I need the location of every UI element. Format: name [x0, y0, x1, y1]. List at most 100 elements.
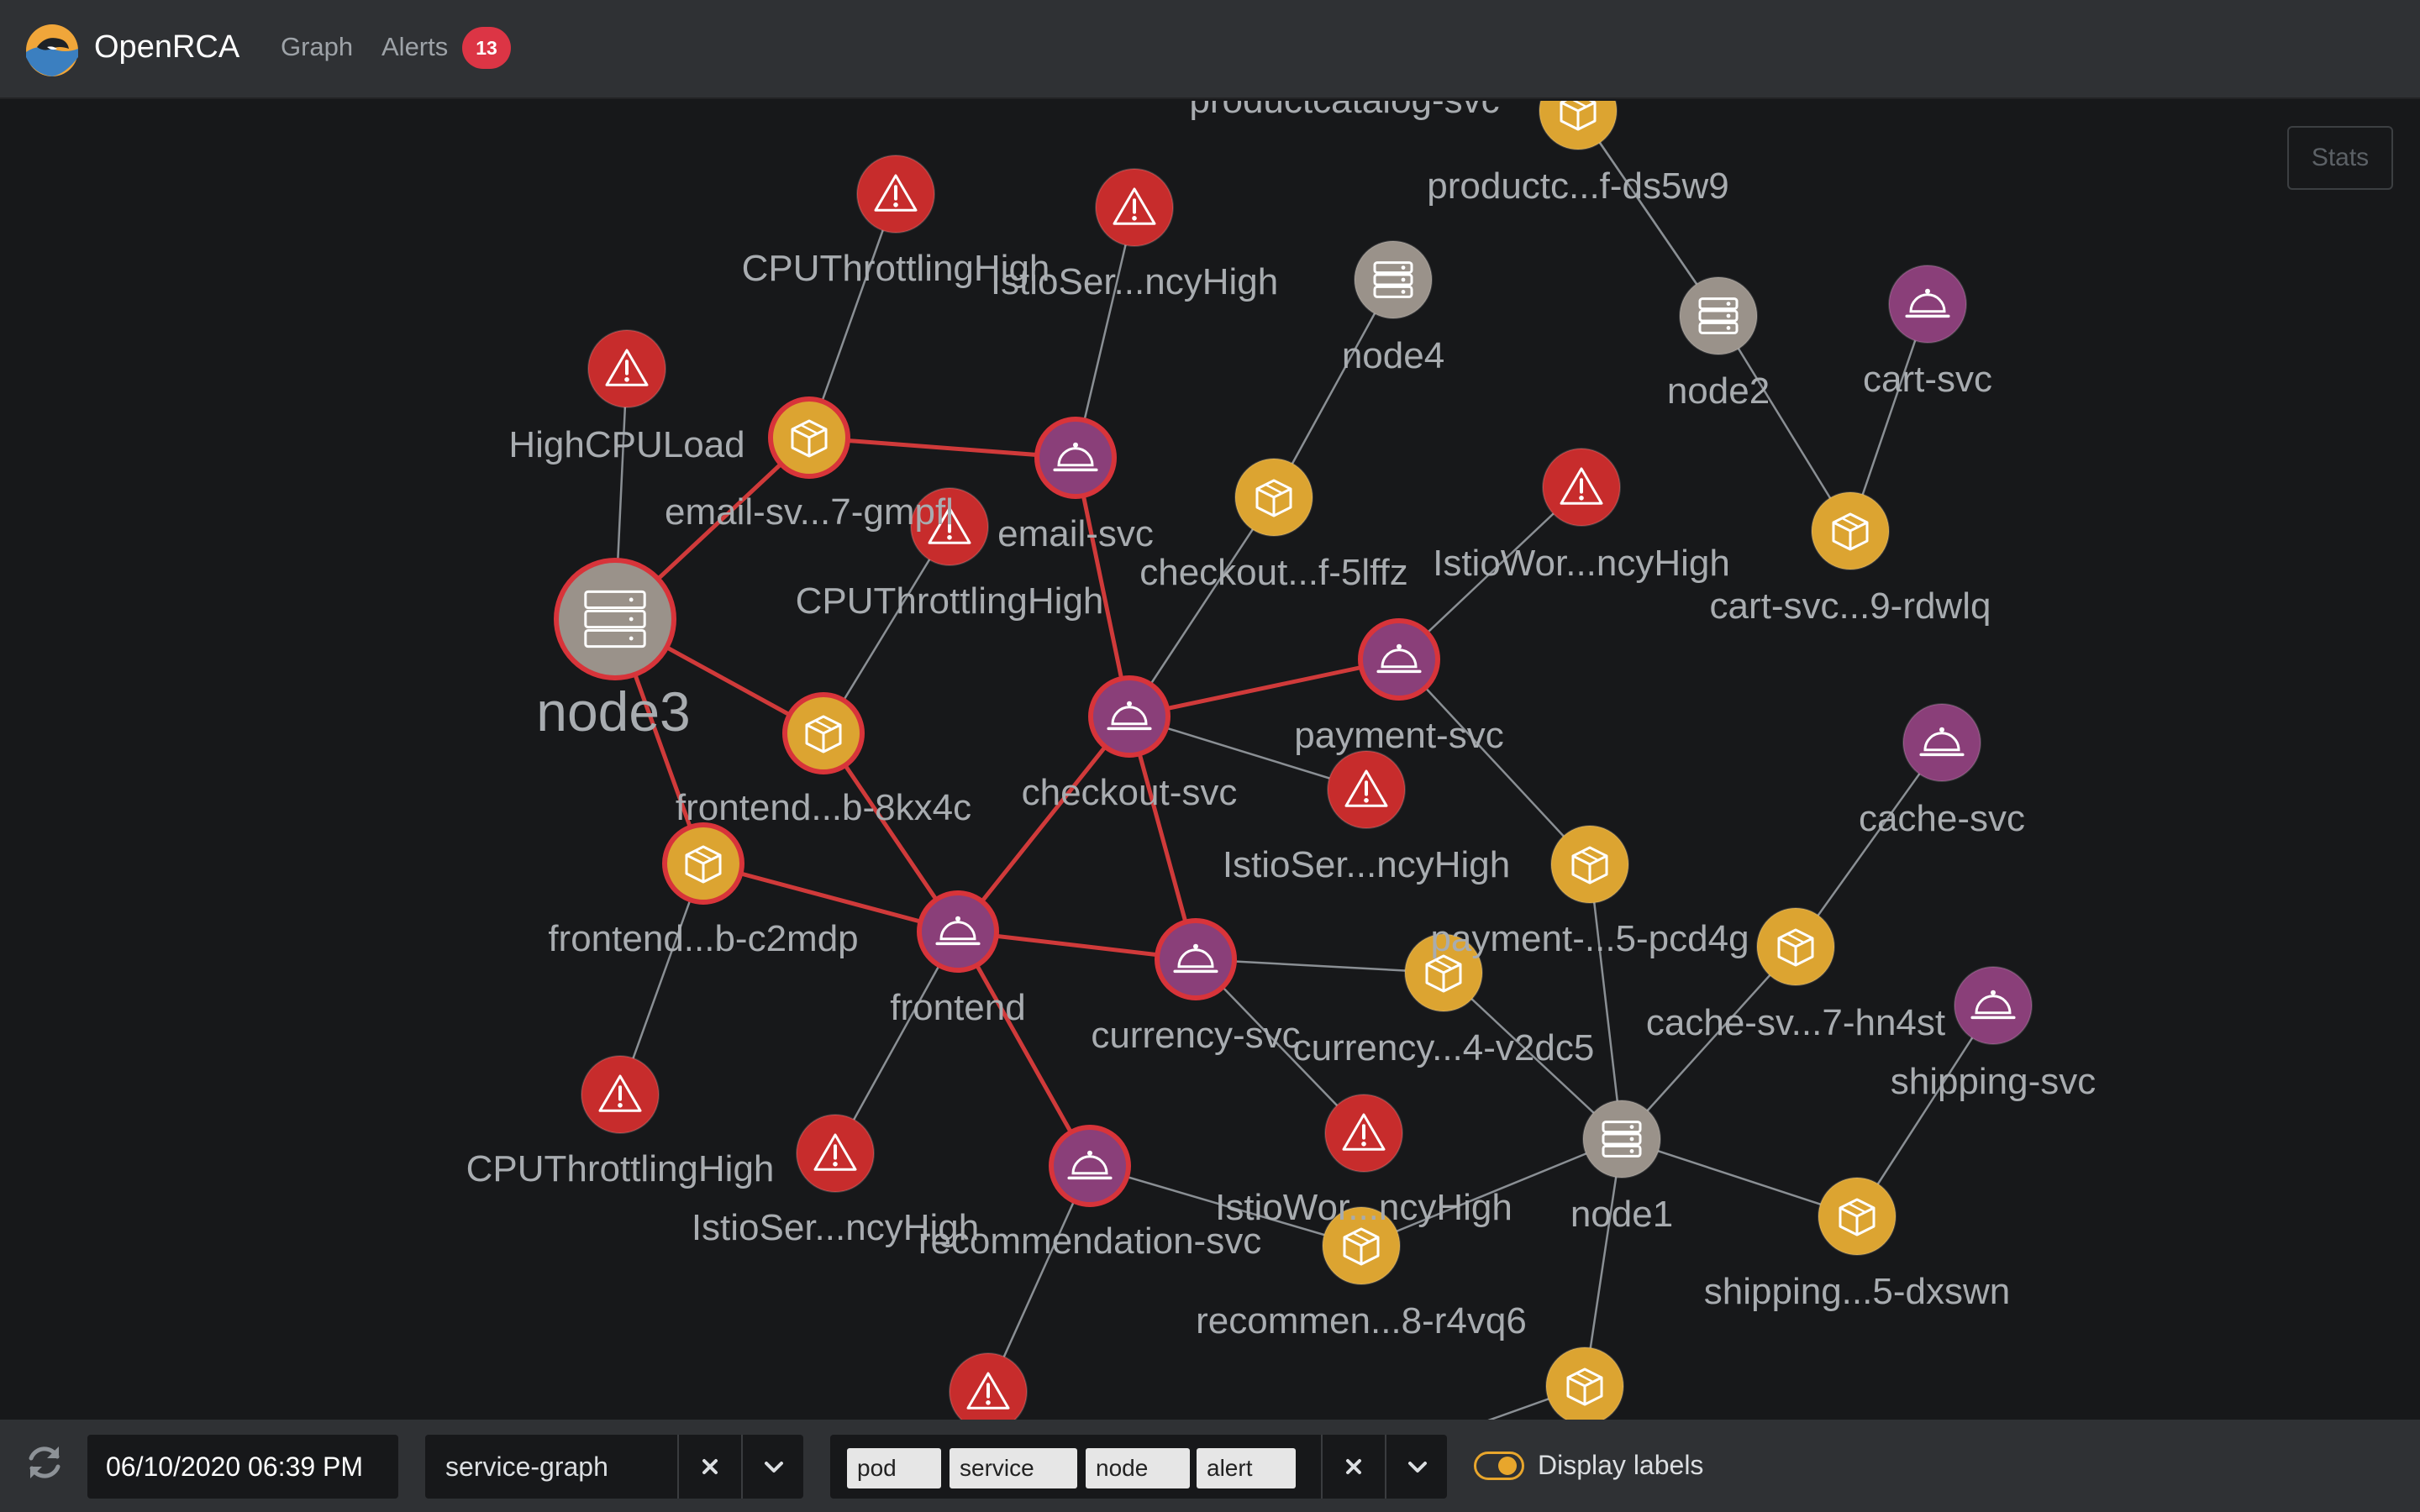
graph-node-svc-payment[interactable] — [1358, 618, 1440, 701]
graph-node-a-cputh1[interactable] — [856, 155, 935, 234]
graph-edge — [1398, 659, 1591, 865]
chevron-down-icon[interactable] — [743, 1435, 805, 1499]
node-label: currency-svc — [1091, 1015, 1300, 1056]
display-labels-toggle[interactable] — [1474, 1452, 1524, 1480]
node-label: CPUThrottlingHigh — [466, 1148, 775, 1189]
service-node-circle — [1358, 618, 1440, 701]
alerts-count-badge: 13 — [462, 27, 511, 69]
node-label: HighCPULoad — [508, 424, 744, 465]
node-label: CPUThrottlingHigh — [796, 580, 1104, 622]
graph-node-pod-productcatalog[interactable] — [1539, 101, 1618, 150]
graph-select-value: service-graph — [445, 1452, 608, 1482]
node-node-circle — [1354, 240, 1433, 319]
node-label: cache-sv...7-hn4st — [1646, 1002, 1945, 1043]
node-label: shipping-svc — [1891, 1061, 2096, 1102]
top-navbar: OpenRCA Graph Alerts 13 — [0, 0, 2420, 99]
graph-node-pod-cache[interactable] — [1756, 907, 1835, 986]
graph-node-a-istiowor2[interactable] — [1324, 1094, 1403, 1173]
graph-node-pod-checkout[interactable] — [1234, 458, 1313, 537]
graph-node-a-highcpu[interactable] — [587, 329, 666, 408]
node-label: recommen...8-r4vq6 — [1196, 1300, 1527, 1341]
stats-button[interactable]: Stats — [2287, 126, 2393, 190]
graph-node-a-bottom[interactable] — [949, 1352, 1028, 1420]
graph-edge — [1588, 864, 1623, 1140]
node-label: cart-svc — [1863, 359, 1992, 400]
graph-node-a-istioser3[interactable] — [1327, 750, 1406, 829]
node-label: payment-...5-pcd4g — [1430, 918, 1749, 959]
nav-alerts-link[interactable]: Alerts — [381, 29, 448, 66]
graph-node-pod-email[interactable] — [768, 396, 850, 479]
graph-node-pod-bottom[interactable] — [1545, 1347, 1624, 1420]
filter-tag-pod[interactable]: pod — [847, 1448, 941, 1488]
graph-node-svc-cart[interactable] — [1888, 265, 1967, 344]
node-node-circle — [554, 558, 676, 680]
graph-node-svc-checkout[interactable] — [1088, 675, 1171, 758]
clear-filters-icon[interactable] — [1323, 1435, 1385, 1499]
node-label: currency...4-v2dc5 — [1293, 1027, 1595, 1068]
nav-graph-link[interactable]: Graph — [281, 29, 353, 66]
graph-edge — [956, 715, 1131, 933]
toggle-knob — [1498, 1457, 1517, 1475]
filter-tag-node[interactable]: node — [1086, 1448, 1190, 1488]
graph-node-svc-recommendation[interactable] — [1049, 1125, 1131, 1207]
graph-node-svc-frontend[interactable] — [917, 890, 999, 973]
service-node-circle — [1155, 918, 1237, 1000]
node-label: frontend...b-8kx4c — [676, 787, 971, 828]
graph-node-a-istioser1[interactable] — [1095, 168, 1174, 247]
graph-node-a-istioser2[interactable] — [796, 1114, 875, 1193]
service-node-circle — [1954, 966, 2033, 1045]
refresh-icon[interactable] — [24, 1441, 66, 1483]
graph-node-svc-currency[interactable] — [1155, 918, 1237, 1000]
node-label: checkout-svc — [1022, 772, 1238, 813]
service-node-circle — [1034, 417, 1117, 499]
graph-node-pod-frontend1[interactable] — [782, 692, 865, 774]
node-label: cart-svc...9-rdwlq — [1710, 585, 1991, 627]
app-title[interactable]: OpenRCA — [94, 27, 239, 67]
node-label: email-sv...7-gmpfl — [665, 491, 954, 533]
node-label: checkout...f-5lffz — [1139, 552, 1408, 593]
chevron-down-icon[interactable] — [1386, 1435, 1449, 1499]
display-labels-label: Display labels — [1538, 1450, 1704, 1480]
graph-node-a-cputh3[interactable] — [581, 1055, 660, 1134]
graph-node-pod-shipping[interactable] — [1818, 1177, 1897, 1256]
service-node-circle — [1902, 703, 1981, 782]
node-label: node4 — [1342, 335, 1444, 376]
node-label: IstioSer...ncyHigh — [991, 261, 1278, 302]
graph-node-node3[interactable] — [554, 558, 676, 680]
clear-graph-select-icon[interactable] — [679, 1435, 741, 1499]
graph-node-pod-payment[interactable] — [1550, 825, 1629, 904]
service-graph-canvas[interactable]: node3 HighCPULoad CPUThrottlingHigh IstioSe… — [0, 101, 2420, 1420]
node-label: frontend...b-c2mdp — [548, 918, 858, 959]
service-node-circle — [1049, 1125, 1131, 1207]
node-label: node3 — [536, 680, 691, 743]
openrca-logo[interactable] — [25, 24, 79, 77]
graph-node-pod-cart[interactable] — [1811, 491, 1890, 570]
service-node-circle — [917, 890, 999, 973]
node-label: IstioSer...ncyHigh — [1223, 844, 1510, 885]
node-node-circle — [1679, 276, 1758, 355]
node-label: productc...f-ds5w9 — [1427, 165, 1729, 207]
datetime-input[interactable]: 06/10/2020 06:39 PM — [87, 1435, 398, 1499]
graph-node-svc-cache[interactable] — [1902, 703, 1981, 782]
graph-node-node1[interactable] — [1582, 1100, 1661, 1179]
pod-node-circle — [1545, 1347, 1624, 1420]
node-label: node2 — [1667, 370, 1770, 412]
node-label: IstioWor...ncyHigh — [1215, 1187, 1512, 1228]
graph-node-pod-frontend2[interactable] — [662, 822, 744, 905]
node-node-circle — [1582, 1100, 1661, 1179]
graph-node-node4[interactable] — [1354, 240, 1433, 319]
node-label: payment-svc — [1294, 715, 1503, 756]
graph-node-node2[interactable] — [1679, 276, 1758, 355]
node-label: frontend — [890, 987, 1025, 1028]
filter-tag-service[interactable]: service — [950, 1448, 1077, 1488]
bottom-toolbar: 06/10/2020 06:39 PM service-graph pod se… — [0, 1420, 2420, 1512]
node-type-filter-select[interactable]: pod service node alert — [830, 1435, 1447, 1499]
node-label: shipping...5-dxswn — [1704, 1271, 2010, 1312]
graph-node-svc-email[interactable] — [1034, 417, 1117, 499]
graph-type-select[interactable]: service-graph — [425, 1435, 803, 1499]
node-label: IstioWor...ncyHigh — [1433, 543, 1730, 584]
graph-node-svc-shipping[interactable] — [1954, 966, 2033, 1045]
node-label: recommendation-svc — [918, 1221, 1261, 1262]
filter-tag-alert[interactable]: alert — [1197, 1448, 1296, 1488]
graph-node-a-istiowor1[interactable] — [1542, 448, 1621, 527]
